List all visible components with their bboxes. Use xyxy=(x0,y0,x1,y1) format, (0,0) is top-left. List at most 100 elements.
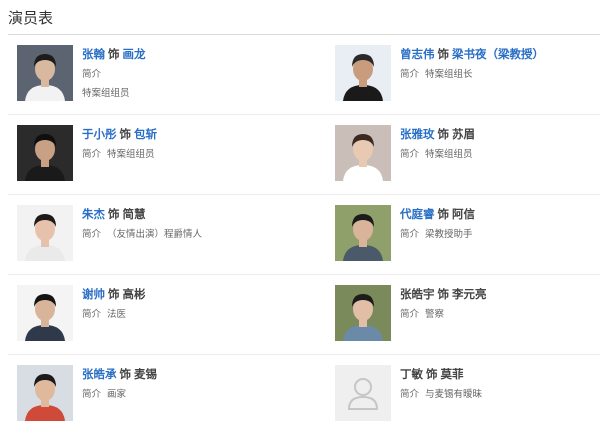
role-connector: 饰 xyxy=(437,47,450,61)
intro-line: 简介 特案组组长 xyxy=(400,68,544,81)
role-connector: 饰 xyxy=(108,287,120,301)
role-name[interactable]: 梁书夜（梁教授） xyxy=(452,47,544,61)
intro-text: 警察 xyxy=(425,309,445,320)
intro-label: 简介 xyxy=(400,229,420,240)
intro-text: 特案组组长 xyxy=(425,69,473,80)
cast-item: 丁敏饰莫菲简介 与麦锡有暧昧 xyxy=(326,355,600,431)
intro-text: 特案组组员 xyxy=(107,149,155,160)
intro-label: 简介 xyxy=(82,309,102,320)
cast-info: 于小彤饰包斩 简介 特案组组员 xyxy=(82,126,157,161)
role-description: 特案组组员 xyxy=(82,88,130,99)
cast-info: 朱杰饰简慧简介 （友情出演）程爵情人 xyxy=(82,206,202,241)
intro-label: 简介 xyxy=(400,69,420,80)
intro-line: 简介 与麦锡有暧昧 xyxy=(400,388,482,401)
intro-line: 简介 特案组组员 xyxy=(400,148,475,161)
actor-photo[interactable] xyxy=(17,365,73,421)
actor-photo[interactable] xyxy=(17,45,73,101)
role-name: 高彬 xyxy=(122,287,146,301)
actor-name[interactable]: 于小彤 xyxy=(82,127,117,141)
name-line: 曾志伟饰梁书夜（梁教授） xyxy=(400,46,544,62)
intro-text: 画家 xyxy=(107,389,127,400)
intro-label: 简介 xyxy=(82,229,102,240)
cast-info: 曾志伟饰梁书夜（梁教授） 简介 特案组组长 xyxy=(400,46,544,81)
role-connector: 饰 xyxy=(426,367,438,381)
intro-label: 简介 xyxy=(82,149,102,160)
intro-text: 与麦锡有暧昧 xyxy=(425,389,483,400)
role-connector: 饰 xyxy=(119,127,132,141)
cast-item: 代庭睿饰阿信 简介 梁教授助手 xyxy=(326,195,600,275)
intro-label: 简介 xyxy=(82,389,102,400)
actor-name[interactable]: 张雅玫 xyxy=(400,127,435,141)
role-connector: 饰 xyxy=(108,47,120,61)
role-name[interactable]: 包斩 xyxy=(134,127,157,141)
intro-text: 特案组组员 xyxy=(425,149,473,160)
actor-name: 张皓宇 xyxy=(400,287,435,301)
intro-text: 法医 xyxy=(107,309,127,320)
cast-info: 谢帅饰高彬简介 法医 xyxy=(82,286,146,321)
role-connector: 饰 xyxy=(437,207,450,221)
name-line: 朱杰饰简慧 xyxy=(82,206,202,222)
intro-line: 简介 特案组组员 xyxy=(82,148,157,161)
cast-list-panel: 演员表 张翰饰画龙 简介 特案组组员 曾志伟饰梁书夜（梁教授） 简介 特案组组长 于小彤饰包… xyxy=(0,0,600,431)
cast-item: 张翰饰画龙简介特案组组员 xyxy=(8,35,326,115)
role-connector: 饰 xyxy=(119,367,132,381)
cast-info: 代庭睿饰阿信 简介 梁教授助手 xyxy=(400,206,475,241)
intro-text: 梁教授助手 xyxy=(425,229,473,240)
actor-name[interactable]: 谢帅 xyxy=(82,287,105,301)
intro-line: 简介 警察 xyxy=(400,308,487,321)
cast-item: 朱杰饰简慧简介 （友情出演）程爵情人 xyxy=(8,195,326,275)
intro-line: 简介 画家 xyxy=(82,388,157,401)
actor-photo[interactable] xyxy=(17,125,73,181)
person-placeholder-icon[interactable] xyxy=(335,365,391,421)
intro-label: 简介 xyxy=(400,149,420,160)
cast-info: 张皓宇饰李元亮 简介 警察 xyxy=(400,286,487,321)
actor-name[interactable]: 张翰 xyxy=(82,47,105,61)
intro-line: 简介 法医 xyxy=(82,308,146,321)
cast-item: 张雅玫饰苏眉 简介 特案组组员 xyxy=(326,115,600,195)
actor-photo[interactable] xyxy=(335,285,391,341)
role-name[interactable]: 画龙 xyxy=(123,47,146,61)
intro-line: 简介 （友情出演）程爵情人 xyxy=(82,228,202,241)
cast-item: 于小彤饰包斩 简介 特案组组员 xyxy=(8,115,326,195)
intro-text: （友情出演）程爵情人 xyxy=(107,229,203,240)
actor-name: 丁敏 xyxy=(400,367,423,381)
cast-info: 张雅玫饰苏眉 简介 特案组组员 xyxy=(400,126,475,161)
actor-name[interactable]: 张皓承 xyxy=(82,367,117,381)
intro-line: 简介 xyxy=(82,68,146,81)
name-line: 于小彤饰包斩 xyxy=(82,126,157,142)
role-connector: 饰 xyxy=(437,127,450,141)
name-line: 代庭睿饰阿信 xyxy=(400,206,475,222)
actor-photo[interactable] xyxy=(335,125,391,181)
actor-photo[interactable] xyxy=(335,205,391,261)
role-name: 简慧 xyxy=(122,207,146,221)
cast-info: 丁敏饰莫菲简介 与麦锡有暧昧 xyxy=(400,366,482,401)
actor-name[interactable]: 代庭睿 xyxy=(400,207,435,221)
role-name: 阿信 xyxy=(452,207,475,221)
cast-info: 张翰饰画龙简介特案组组员 xyxy=(82,46,146,100)
page-title: 演员表 xyxy=(8,9,54,27)
cast-info: 张皓承饰麦锡 简介 画家 xyxy=(82,366,157,401)
cast-item: 张皓承饰麦锡 简介 画家 xyxy=(8,355,326,431)
actor-photo[interactable] xyxy=(335,45,391,101)
role-name: 苏眉 xyxy=(452,127,475,141)
role-name: 莫菲 xyxy=(440,367,464,381)
name-line: 谢帅饰高彬 xyxy=(82,286,146,302)
role-name: 麦锡 xyxy=(134,367,157,381)
intro-label: 简介 xyxy=(400,309,420,320)
actor-name[interactable]: 朱杰 xyxy=(82,207,105,221)
name-line: 丁敏饰莫菲 xyxy=(400,366,482,382)
cast-item: 谢帅饰高彬简介 法医 xyxy=(8,275,326,355)
intro-label: 简介 xyxy=(400,389,420,400)
intro-line: 简介 梁教授助手 xyxy=(400,228,475,241)
name-line: 张雅玫饰苏眉 xyxy=(400,126,475,142)
cast-item: 曾志伟饰梁书夜（梁教授） 简介 特案组组长 xyxy=(326,35,600,115)
name-line: 张翰饰画龙 xyxy=(82,46,146,62)
actor-photo[interactable] xyxy=(17,285,73,341)
actor-photo[interactable] xyxy=(17,205,73,261)
name-line: 张皓宇饰李元亮 xyxy=(400,286,487,302)
cast-item: 张皓宇饰李元亮 简介 警察 xyxy=(326,275,600,355)
actor-name[interactable]: 曾志伟 xyxy=(400,47,435,61)
role-name: 李元亮 xyxy=(452,287,487,301)
name-line: 张皓承饰麦锡 xyxy=(82,366,157,382)
cast-grid: 张翰饰画龙 简介 特案组组员 曾志伟饰梁书夜（梁教授） 简介 特案组组长 于小彤饰包斩 简介特… xyxy=(8,35,600,431)
